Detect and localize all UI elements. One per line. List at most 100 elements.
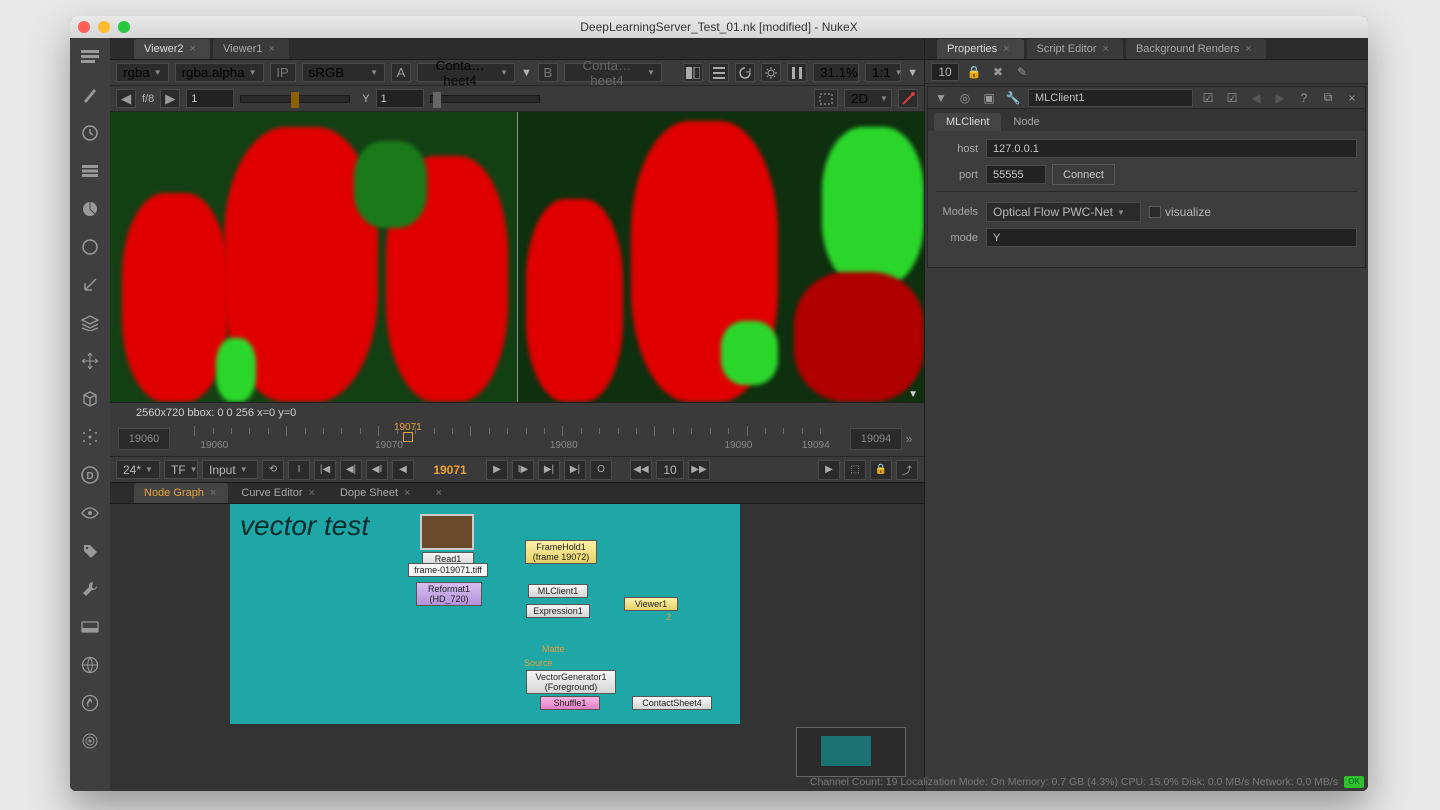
circle-icon[interactable] <box>79 236 101 258</box>
clear-all-icon[interactable]: ✖ <box>989 63 1007 81</box>
timeline-playhead[interactable] <box>403 432 413 442</box>
gamma-field[interactable] <box>376 89 424 108</box>
mode-input[interactable] <box>986 228 1357 247</box>
b-input-label[interactable]: B <box>538 63 558 82</box>
refresh-icon[interactable] <box>735 63 755 82</box>
panel-tab-mlclient[interactable]: MLClient <box>934 113 1001 131</box>
skip-back-button[interactable]: ◀◀ <box>630 460 652 480</box>
pie-icon[interactable] <box>79 198 101 220</box>
node-thumbnail[interactable] <box>420 514 474 550</box>
sparkle-icon[interactable] <box>79 426 101 448</box>
flipbook-button[interactable]: ▶ <box>818 460 840 480</box>
tab-script-editor[interactable]: Script Editor× <box>1027 39 1123 59</box>
lines-icon[interactable] <box>709 63 729 82</box>
node-graph-overview[interactable] <box>796 727 906 777</box>
host-input[interactable] <box>986 139 1357 158</box>
camera-icon[interactable]: ▣ <box>980 89 998 107</box>
tab-background-renders[interactable]: Background Renders× <box>1126 39 1266 59</box>
brush-icon[interactable]: ✎ <box>1013 63 1031 81</box>
properties-count[interactable]: 10 <box>931 63 959 81</box>
clock-icon[interactable] <box>79 122 101 144</box>
viewer-tab-viewer2[interactable]: Viewer2× <box>134 39 210 59</box>
collapse-icon[interactable]: ▼ <box>932 89 950 107</box>
step-back-button[interactable]: ◀I <box>366 460 388 480</box>
node-contactsheet[interactable]: ContactSheet4 <box>632 696 712 710</box>
move-icon[interactable] <box>79 350 101 372</box>
proxy-select[interactable]: 1:1▼ <box>865 63 901 82</box>
flame-icon[interactable] <box>79 692 101 714</box>
layers-icon[interactable] <box>79 312 101 334</box>
node-mlclient[interactable]: MLClient1 <box>528 584 588 598</box>
render-button[interactable]: ⬚ <box>844 460 866 480</box>
gain-slider[interactable] <box>240 95 350 103</box>
node-viewer1[interactable]: Viewer1 <box>624 597 678 611</box>
tab-blank[interactable]: × <box>426 483 454 503</box>
channel-select[interactable]: rgba▼ <box>116 63 169 82</box>
bars-icon[interactable] <box>79 160 101 182</box>
drive-icon[interactable] <box>79 616 101 638</box>
gamma-slider[interactable] <box>430 95 540 103</box>
timeline[interactable]: 19060 19071 19060 19070 19080 19090 1909… <box>110 422 924 456</box>
close-panel-icon[interactable]: × <box>1343 89 1361 107</box>
node-name-field[interactable]: MLClient1 <box>1028 89 1193 107</box>
menu-icon[interactable] <box>79 46 101 68</box>
fps-select[interactable]: 24*▼ <box>116 460 160 479</box>
gain-field[interactable] <box>186 89 234 108</box>
nav-prev-icon[interactable]: ◀ <box>1247 89 1265 107</box>
timeline-out[interactable]: 19094 <box>850 428 902 450</box>
gear-icon[interactable] <box>761 63 781 82</box>
lock-icon[interactable]: 🔒 <box>870 460 892 480</box>
bbox-icon[interactable] <box>814 89 838 108</box>
skip-fwd-button[interactable]: ▶▶ <box>688 460 710 480</box>
wand-icon[interactable] <box>898 89 918 108</box>
arrow-down-left-icon[interactable] <box>79 274 101 296</box>
center-icon[interactable]: ◎ <box>956 89 974 107</box>
float-icon[interactable]: ⧉ <box>1319 89 1337 107</box>
play-button[interactable]: ▶ <box>486 460 508 480</box>
view-mode-select[interactable]: 2D▼ <box>844 89 892 108</box>
a-input-label[interactable]: A <box>391 63 411 82</box>
prev-key-button[interactable]: ◀| <box>340 460 362 480</box>
current-frame[interactable]: 19071 <box>418 463 482 477</box>
viewer-viewport[interactable]: ▼ <box>110 112 924 402</box>
tag-icon[interactable] <box>79 540 101 562</box>
src-select[interactable]: Input▼ <box>202 460 258 479</box>
prev-icon[interactable]: ◀ <box>116 89 136 108</box>
wipe-icon[interactable] <box>683 63 703 82</box>
tab-dope-sheet[interactable]: Dope Sheet× <box>330 483 423 503</box>
channel-alpha-select[interactable]: rgba.alpha▼ <box>175 63 264 82</box>
close-icon[interactable]: × <box>269 43 275 55</box>
a-input-select[interactable]: Conta…heet4▼ <box>417 63 515 82</box>
lut-select[interactable]: sRGB▼ <box>302 63 385 82</box>
export-icon[interactable]: ⤴ <box>896 460 918 480</box>
node-reformat[interactable]: Reformat1(HD_720) <box>416 582 482 606</box>
out-point-button[interactable]: O <box>590 460 612 480</box>
chk1-icon[interactable]: ☑ <box>1199 89 1217 107</box>
close-icon[interactable]: × <box>190 43 196 55</box>
lock-icon[interactable]: 🔒 <box>965 63 983 81</box>
loop-icon[interactable]: ⟲ <box>262 460 284 480</box>
tab-node-graph[interactable]: Node Graph× <box>134 483 228 503</box>
pen-icon[interactable] <box>79 84 101 106</box>
unit-select[interactable]: TF▼ <box>164 460 198 479</box>
nav-next-icon[interactable]: ▶ <box>1271 89 1289 107</box>
step-fwd-button[interactable]: I▶ <box>512 460 534 480</box>
node-expression[interactable]: Expression1 <box>526 604 590 618</box>
node-shuffle[interactable]: Shuffle1 <box>540 696 600 710</box>
port-input[interactable] <box>986 165 1046 184</box>
timeline-in[interactable]: 19060 <box>118 428 170 450</box>
help-icon[interactable]: ? <box>1295 89 1313 107</box>
tab-curve-editor[interactable]: Curve Editor× <box>231 483 327 503</box>
panel-tab-node[interactable]: Node <box>1001 113 1051 131</box>
zoom-select[interactable]: 31.1% <box>813 63 859 82</box>
pause-icon[interactable] <box>787 63 807 82</box>
tab-properties[interactable]: Properties× <box>937 39 1024 59</box>
cube-icon[interactable] <box>79 388 101 410</box>
node-graph[interactable]: vector test Read1 frame-019071.tiff Fram… <box>110 504 924 791</box>
b-input-select[interactable]: Conta…heet4▼ <box>564 63 662 82</box>
play-back-button[interactable]: ◀ <box>392 460 414 480</box>
node-framehold[interactable]: FrameHold1(frame 19072) <box>525 540 597 564</box>
first-frame-button[interactable]: |◀ <box>314 460 336 480</box>
node-vectorgen[interactable]: VectorGenerator1(Foreground) <box>526 670 616 694</box>
wrench-icon[interactable] <box>79 578 101 600</box>
